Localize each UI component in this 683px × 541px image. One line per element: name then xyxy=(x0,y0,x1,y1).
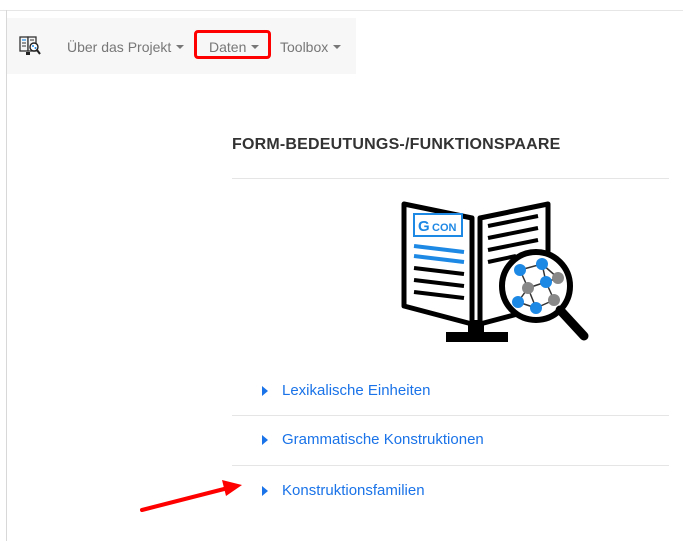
page-frame: Über das Projekt Daten Toolbox FORM-BEDE… xyxy=(0,0,683,541)
caret-down-icon xyxy=(333,45,342,49)
link-label: Grammatische Konstruktionen xyxy=(282,431,484,448)
link-konstruktionsfamilien[interactable]: Konstruktionsfamilien xyxy=(262,482,425,499)
triangle-right-icon xyxy=(262,485,268,496)
logo-letter-g: G xyxy=(418,218,430,235)
nav-item-label: Toolbox xyxy=(280,39,329,55)
divider xyxy=(232,178,669,179)
top-navbar: Über das Projekt Daten Toolbox xyxy=(7,18,356,74)
section-title: FORM-BEDEUTUNGS-/FUNKTIONSPAARE xyxy=(232,136,561,153)
nav-item-label: Über das Projekt xyxy=(67,39,172,55)
nav-item-label: Daten xyxy=(209,39,247,55)
gcon-book-network-icon: G CON xyxy=(396,196,590,352)
link-lexikalische-einheiten[interactable]: Lexikalische Einheiten xyxy=(262,382,430,399)
frame-left-border xyxy=(6,10,7,541)
list-item: Grammatische Konstruktionen xyxy=(232,416,669,466)
nav-item-toolbox[interactable]: Toolbox xyxy=(280,38,342,56)
book-magnifier-icon[interactable] xyxy=(18,35,42,57)
red-arrow-icon xyxy=(138,478,248,514)
triangle-right-icon xyxy=(262,385,268,396)
nav-item-ueber-das-projekt[interactable]: Über das Projekt xyxy=(67,38,185,56)
triangle-right-icon xyxy=(262,434,268,445)
frame-top-border xyxy=(0,10,683,11)
link-grammatische-konstruktionen[interactable]: Grammatische Konstruktionen xyxy=(262,431,484,448)
list-item: Konstruktionsfamilien xyxy=(232,466,669,516)
caret-down-icon xyxy=(251,45,260,49)
logo-letters-con: CON xyxy=(432,222,457,234)
caret-down-icon xyxy=(176,45,185,49)
link-label: Konstruktionsfamilien xyxy=(282,482,425,499)
list-item: Lexikalische Einheiten xyxy=(232,366,669,416)
link-label: Lexikalische Einheiten xyxy=(282,382,431,399)
nav-item-daten[interactable]: Daten xyxy=(209,38,260,56)
